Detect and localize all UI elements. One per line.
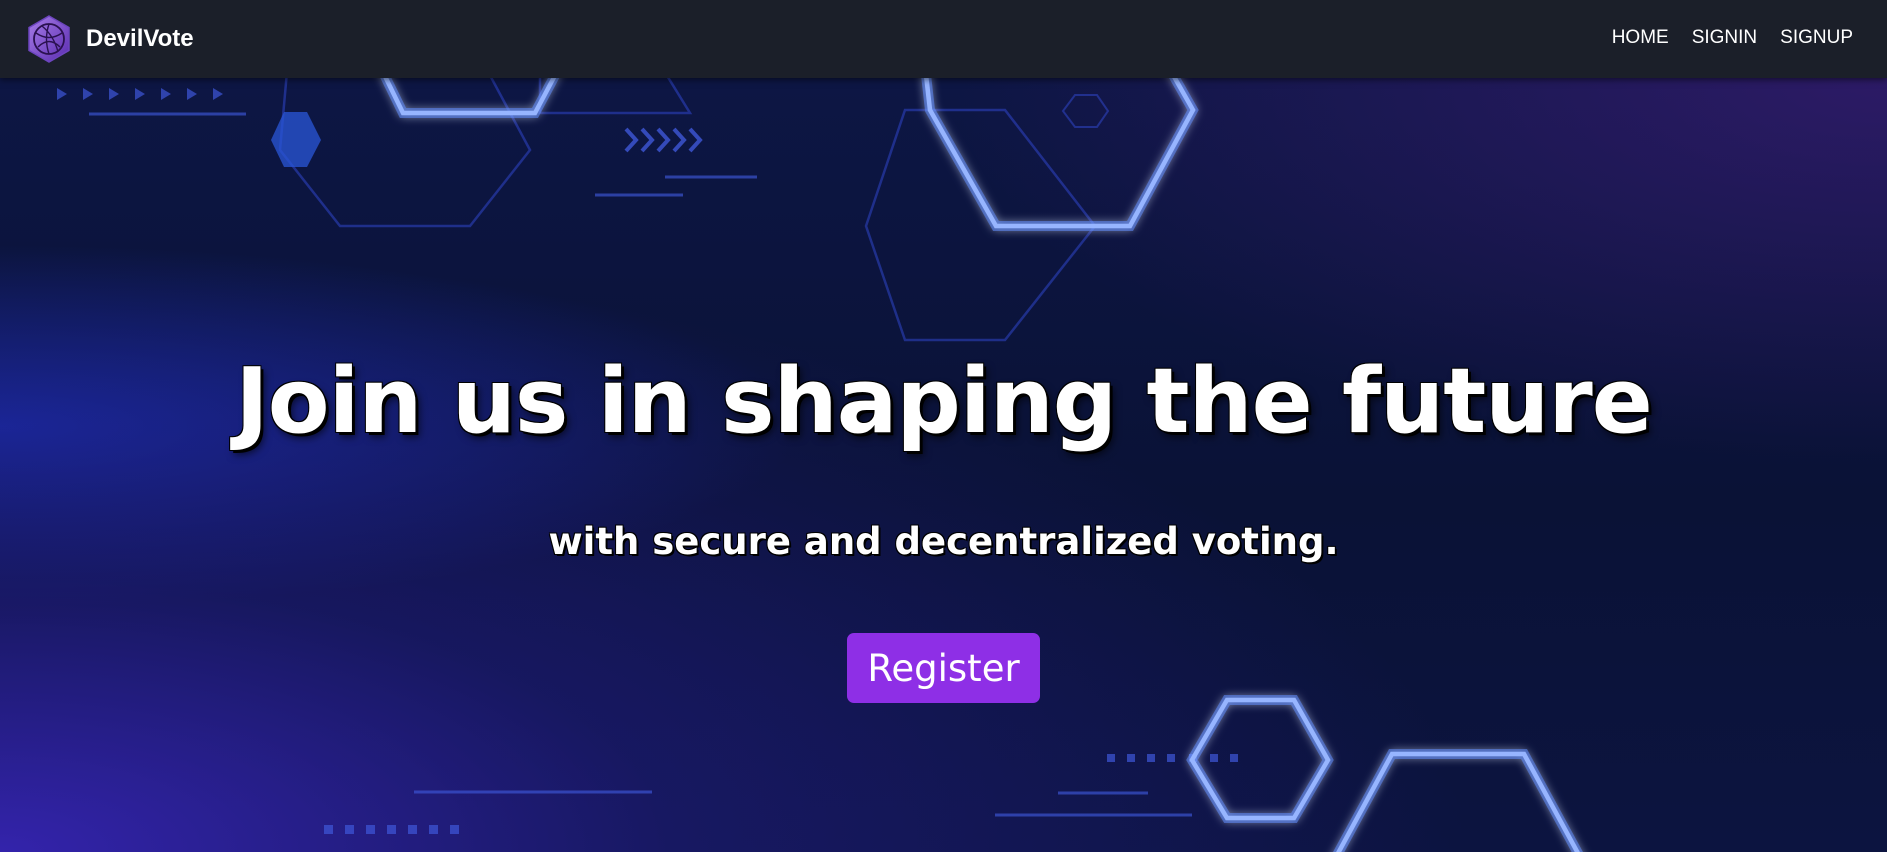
devilvote-logo-icon [28, 15, 70, 63]
hero-section: Join us in shaping the future with secur… [0, 78, 1887, 852]
hero-content: Join us in shaping the future with secur… [0, 78, 1887, 852]
brand-name: DevilVote [86, 25, 194, 52]
register-button[interactable]: Register [847, 633, 1040, 703]
nav-links: HOME SIGNIN SIGNUP [1589, 0, 1853, 76]
hero-subheadline: with secure and decentralized voting. [548, 520, 1339, 563]
hero-headline: Join us in shaping the future [235, 349, 1653, 454]
nav-signup-link[interactable]: SIGNUP [1780, 27, 1853, 49]
nav-home-link[interactable]: HOME [1612, 27, 1669, 49]
brand-link[interactable]: DevilVote [24, 13, 194, 65]
top-navbar: DevilVote HOME SIGNIN SIGNUP [0, 0, 1887, 78]
nav-signin-link[interactable]: SIGNIN [1692, 27, 1757, 49]
